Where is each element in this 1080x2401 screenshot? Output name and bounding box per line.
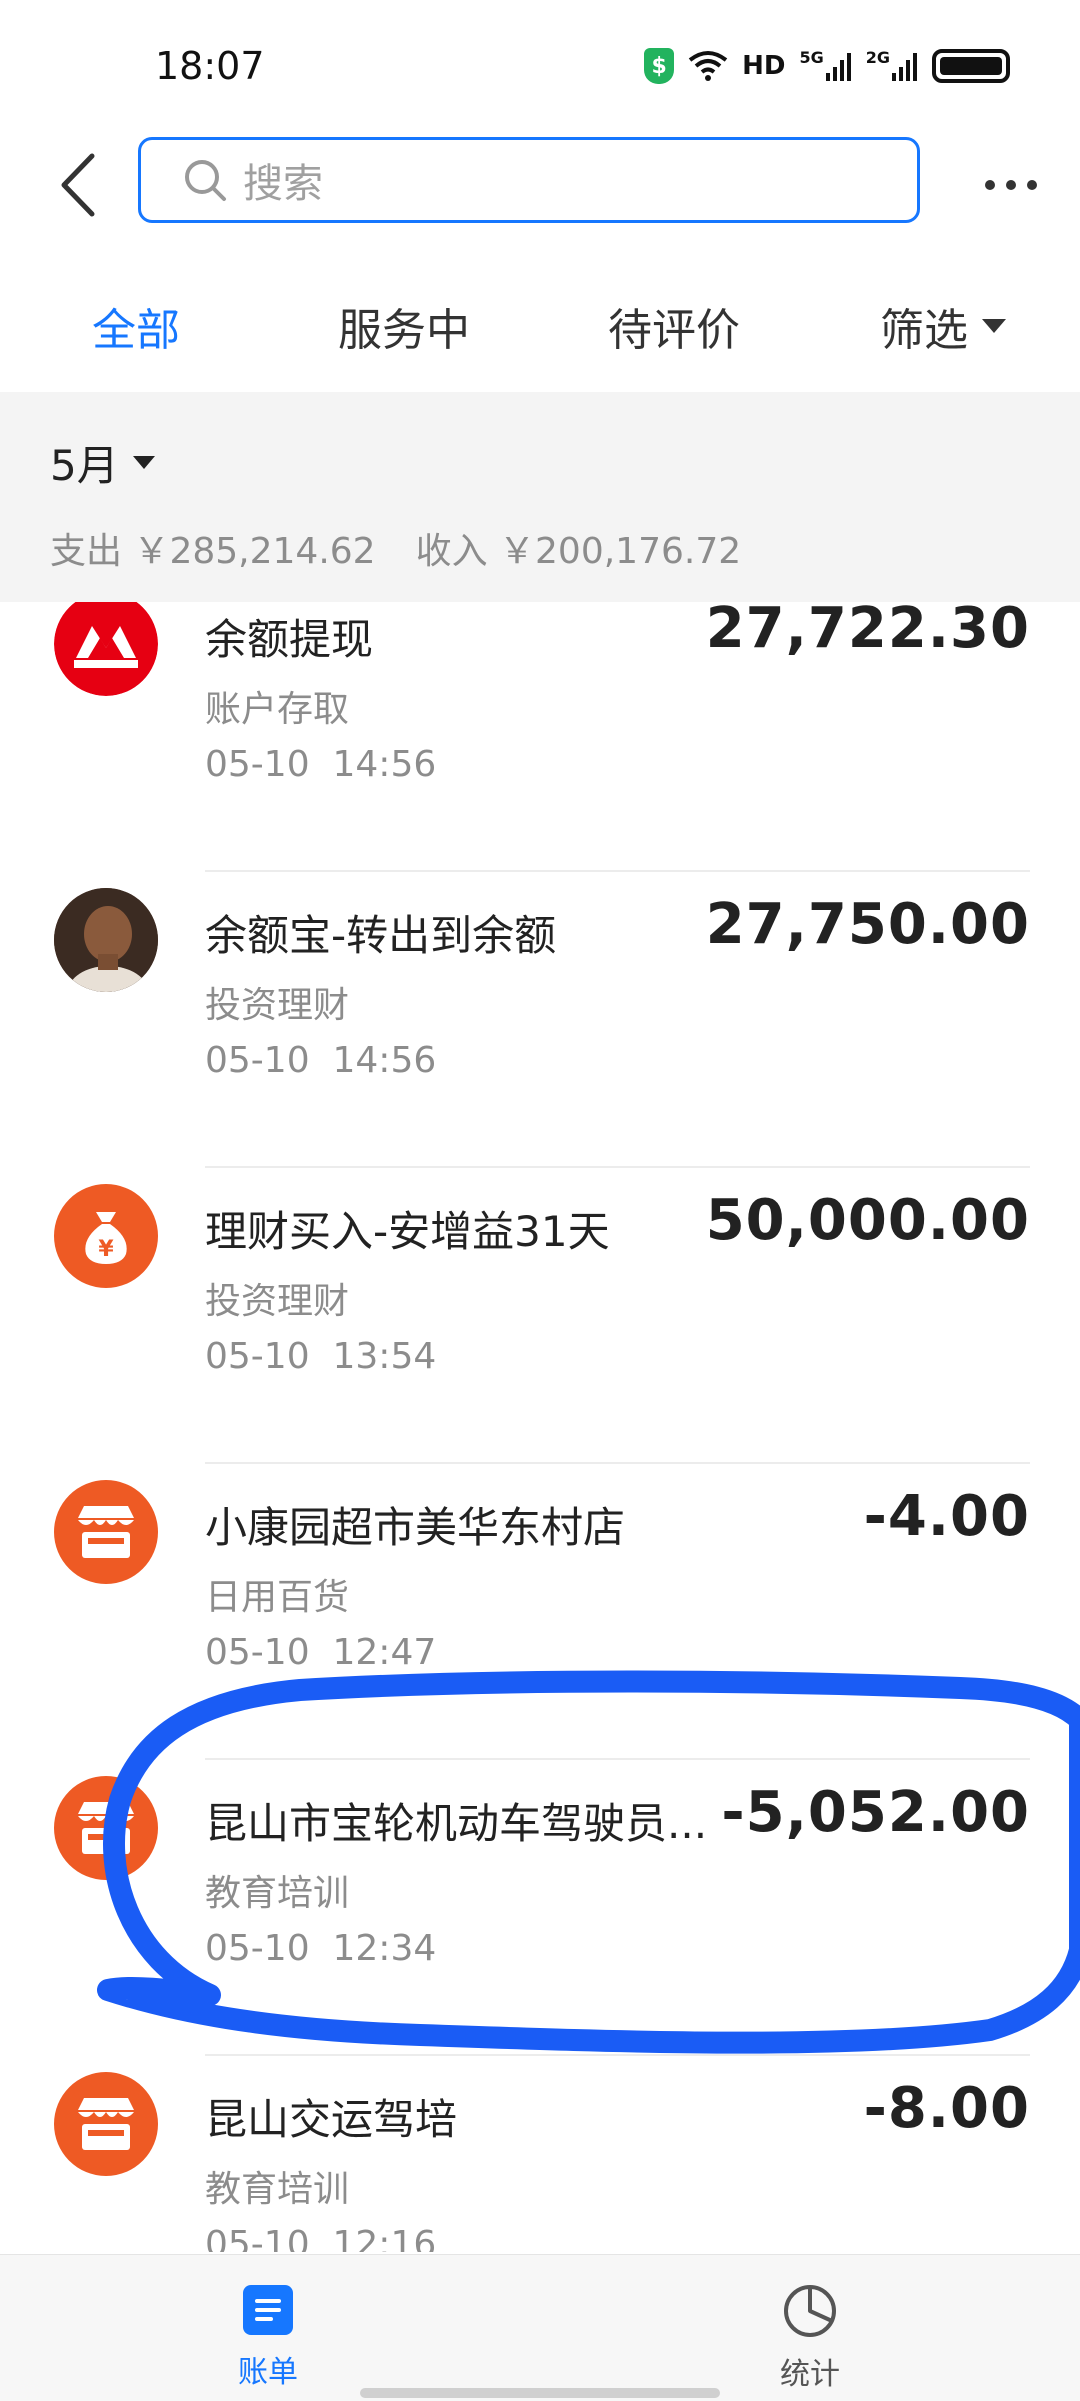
transaction-time: 12:16 — [332, 2224, 437, 2252]
svg-text:¥: ¥ — [98, 1237, 114, 1262]
month-label: 5月 — [50, 441, 119, 490]
hd-indicator: HD — [742, 51, 786, 81]
transaction-date: 05-10 — [205, 1632, 310, 1673]
money-bag-icon: ¥ — [54, 1184, 158, 1288]
transaction-amount: 27,722.30 — [705, 602, 1030, 661]
shop-icon — [54, 1480, 158, 1584]
tab-filter[interactable]: 筛选 — [880, 294, 1006, 358]
header: 搜索 — [0, 130, 1080, 250]
transaction-title: 余额宝-转出到余额 — [205, 911, 557, 960]
transaction-datetime: 05-10 13:54 — [205, 1336, 436, 1377]
pie-chart-icon — [784, 2285, 836, 2337]
back-arrow-icon — [61, 153, 95, 217]
nav-bills-label: 账单 — [238, 2355, 298, 2390]
transaction-datetime: 05-10 12:16 — [205, 2224, 436, 2252]
home-indicator[interactable] — [360, 2388, 720, 2398]
transaction-row[interactable]: 余额提现 账户存取 05-10 14:56 27,722.30 — [0, 602, 1080, 872]
month-totals: 支出 ￥285,214.62 收入 ￥200,176.72 — [50, 522, 741, 574]
transaction-amount: -4.00 — [863, 1484, 1030, 1549]
transaction-date: 05-10 — [205, 2224, 310, 2252]
transaction-datetime: 05-10 12:34 — [205, 1928, 436, 1969]
status-time: 18:07 — [155, 44, 265, 88]
transaction-date: 05-10 — [205, 1336, 310, 1377]
security-shield-icon: $ — [644, 48, 675, 84]
transaction-date: 05-10 — [205, 1928, 310, 1969]
transaction-category: 账户存取 — [205, 689, 350, 730]
transaction-time: 14:56 — [332, 744, 437, 785]
transaction-time: 13:54 — [332, 1336, 437, 1377]
transaction-category: 日用百货 — [205, 1577, 350, 1618]
expense-total: 支出 ￥285,214.62 — [50, 531, 376, 572]
tab-filter-label: 筛选 — [880, 305, 968, 356]
bank-logo-icon — [54, 602, 158, 696]
transaction-amount: -8.00 — [863, 2076, 1030, 2141]
transaction-row[interactable]: 昆山交运驾培 教育培训 05-10 12:16 -8.00 — [0, 2056, 1080, 2252]
transaction-category: 教育培训 — [205, 1873, 350, 1914]
transaction-amount: -5,052.00 — [721, 1780, 1030, 1845]
signal-2g-label: 2G — [865, 48, 890, 67]
user-photo-avatar — [54, 888, 158, 992]
transaction-datetime: 05-10 12:47 — [205, 1632, 436, 1673]
nav-statistics-label: 统计 — [780, 2357, 840, 2392]
transaction-datetime: 05-10 14:56 — [205, 744, 436, 785]
signal-5g-icon: 5G — [799, 48, 851, 84]
battery-icon — [932, 49, 1010, 83]
transaction-category: 投资理财 — [205, 985, 350, 1026]
wifi-icon — [688, 48, 728, 84]
transaction-time: 12:47 — [332, 1632, 437, 1673]
transaction-time: 12:34 — [332, 1928, 437, 1969]
shop-icon — [54, 1776, 158, 1880]
tab-to-review[interactable]: 待评价 — [608, 294, 740, 358]
status-bar: 18:07 $ HD 5G 2G — [0, 0, 1080, 130]
transaction-row[interactable]: 小康园超市美华东村店 日用百货 05-10 12:47 -4.00 — [0, 1464, 1080, 1760]
transaction-date: 05-10 — [205, 744, 310, 785]
transaction-datetime: 05-10 14:56 — [205, 1040, 436, 1081]
transaction-row[interactable]: 余额宝-转出到余额 投资理财 05-10 14:56 27,750.00 — [0, 872, 1080, 1168]
month-selector[interactable]: 5月 — [50, 432, 155, 493]
transaction-title: 余额提现 — [205, 615, 374, 664]
more-dots-icon — [985, 180, 1037, 190]
transaction-row[interactable]: ¥ 理财买入-安增益31天 投资理财 05-10 13:54 50,000.00 — [0, 1168, 1080, 1464]
transaction-date: 05-10 — [205, 1040, 310, 1081]
transaction-title: 昆山交运驾培 — [205, 2095, 458, 2144]
transaction-amount: 50,000.00 — [705, 1188, 1030, 1253]
back-button[interactable] — [48, 150, 108, 220]
tab-all[interactable]: 全部 — [92, 294, 180, 358]
transaction-title: 昆山市宝轮机动车驾驶员... — [205, 1799, 708, 1848]
caret-down-icon — [982, 319, 1006, 333]
filter-tabs: 全部 服务中 待评价 筛选 — [0, 270, 1080, 390]
nav-bills[interactable]: 账单 — [168, 2283, 368, 2391]
signal-2g-icon: 2G — [866, 48, 918, 84]
transaction-title: 理财买入-安增益31天 — [205, 1207, 610, 1256]
bottom-nav: 账单 统计 — [0, 2254, 1080, 2401]
transaction-title: 小康园超市美华东村店 — [205, 1503, 626, 1552]
income-total: 收入 ￥200,176.72 — [415, 531, 742, 572]
status-icons: $ HD 5G 2G — [644, 48, 1010, 84]
shop-icon — [54, 2072, 158, 2176]
search-input[interactable]: 搜索 — [138, 137, 920, 223]
transaction-category: 投资理财 — [205, 1281, 350, 1322]
transaction-category: 教育培训 — [205, 2169, 350, 2210]
bill-icon — [243, 2285, 293, 2335]
search-placeholder: 搜索 — [243, 161, 323, 207]
signal-5g-label: 5G — [799, 48, 824, 67]
transaction-amount: 27,750.00 — [705, 892, 1030, 957]
tab-in-service[interactable]: 服务中 — [338, 294, 470, 358]
transaction-time: 14:56 — [332, 1040, 437, 1081]
search-icon — [181, 156, 229, 204]
more-options-button[interactable] — [976, 160, 1046, 210]
transaction-row[interactable]: 昆山市宝轮机动车驾驶员... 教育培训 05-10 12:34 -5,052.0… — [0, 1760, 1080, 2056]
nav-statistics[interactable]: 统计 — [710, 2283, 910, 2393]
month-summary-section: 5月 支出 ￥285,214.62 收入 ￥200,176.72 — [0, 392, 1080, 602]
caret-down-icon — [132, 456, 155, 469]
transaction-list[interactable]: 余额提现 账户存取 05-10 14:56 27,722.30 余额宝-转出到余… — [0, 602, 1080, 2252]
